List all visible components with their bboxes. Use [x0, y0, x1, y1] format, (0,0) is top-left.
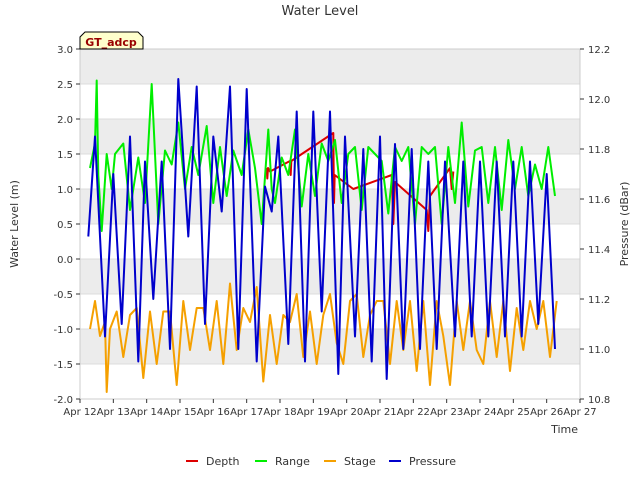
x-tick-label: Apr 18 — [263, 407, 296, 418]
left-tick-label: 0.5 — [57, 220, 73, 231]
left-tick-label: 1.5 — [57, 150, 73, 161]
x-tick-label: Apr 13 — [97, 407, 130, 418]
chart-title: Water Level — [282, 4, 359, 19]
right-tick-label: 12.2 — [588, 45, 610, 56]
x-tick-label: Apr 27 — [563, 407, 596, 418]
right-tick-label: 11.2 — [588, 295, 610, 306]
x-tick-label: Apr 25 — [497, 407, 530, 418]
x-tick-label: Apr 23 — [430, 407, 463, 418]
left-tick-label: 3.0 — [57, 45, 73, 56]
x-tick-label: Apr 24 — [463, 407, 496, 418]
water-level-chart: Water Level -2.0 -1.5 -1.0 -0.5 0.0 0.5 1.0 1.5… — [8, 4, 631, 468]
right-tick-label: 11.4 — [588, 245, 610, 256]
legend-label-depth: Depth — [206, 455, 240, 468]
legend-label-pressure: Pressure — [409, 455, 456, 468]
right-tick-label: 11.6 — [588, 195, 610, 206]
y-axis-label-left: Water Level (m) — [8, 180, 21, 268]
right-tick-label: 12.0 — [588, 95, 610, 106]
right-tick-label: 11.0 — [588, 345, 610, 356]
x-tick-label: Apr 16 — [197, 407, 230, 418]
legend: Depth Range Stage Pressure — [186, 455, 456, 468]
y-axis-label-right: Pressure (dBar) — [618, 182, 631, 267]
x-tick-label: Apr 12 — [63, 407, 96, 418]
right-axis-ticks: 10.8 11.0 11.2 11.4 11.6 11.8 12.0 12.2 — [580, 45, 610, 406]
x-axis-ticks: Apr 12 Apr 13 Apr 14 Apr 15 Apr 16 Apr 17 Apr … — [63, 399, 597, 418]
left-tick-label: 2.5 — [57, 80, 73, 91]
left-tick-label: 1.0 — [57, 185, 73, 196]
plot-band — [80, 189, 580, 224]
x-tick-label: Apr 22 — [397, 407, 430, 418]
left-tick-label: 0.0 — [57, 255, 73, 266]
right-tick-label: 11.8 — [588, 145, 610, 156]
x-tick-label: Apr 17 — [230, 407, 263, 418]
x-tick-label: Apr 26 — [530, 407, 563, 418]
x-tick-label: Apr 19 — [297, 407, 330, 418]
x-tick-label: Apr 20 — [330, 407, 363, 418]
right-tick-label: 10.8 — [588, 395, 610, 406]
badge-label: GT_adcp — [85, 36, 137, 49]
x-axis-label: Time — [550, 423, 578, 436]
plot-band — [80, 49, 580, 84]
left-tick-label: -1.0 — [53, 325, 73, 336]
left-axis-ticks: -2.0 -1.5 -1.0 -0.5 0.0 0.5 1.0 1.5 2.0 2.5 3.0 — [53, 45, 80, 406]
chart-root: Water Level -2.0 -1.5 -1.0 -0.5 0.0 0.5 1.0 1.5… — [0, 0, 640, 480]
legend-label-range: Range — [275, 455, 310, 468]
badge: GT_adcp — [79, 31, 144, 50]
x-tick-label: Apr 21 — [363, 407, 396, 418]
legend-label-stage: Stage — [344, 455, 376, 468]
left-tick-label: -1.5 — [53, 360, 73, 371]
left-tick-label: -2.0 — [53, 395, 73, 406]
left-tick-label: 2.0 — [57, 115, 73, 126]
x-tick-label: Apr 15 — [163, 407, 196, 418]
x-tick-label: Apr 14 — [130, 407, 163, 418]
left-tick-label: -0.5 — [53, 290, 73, 301]
